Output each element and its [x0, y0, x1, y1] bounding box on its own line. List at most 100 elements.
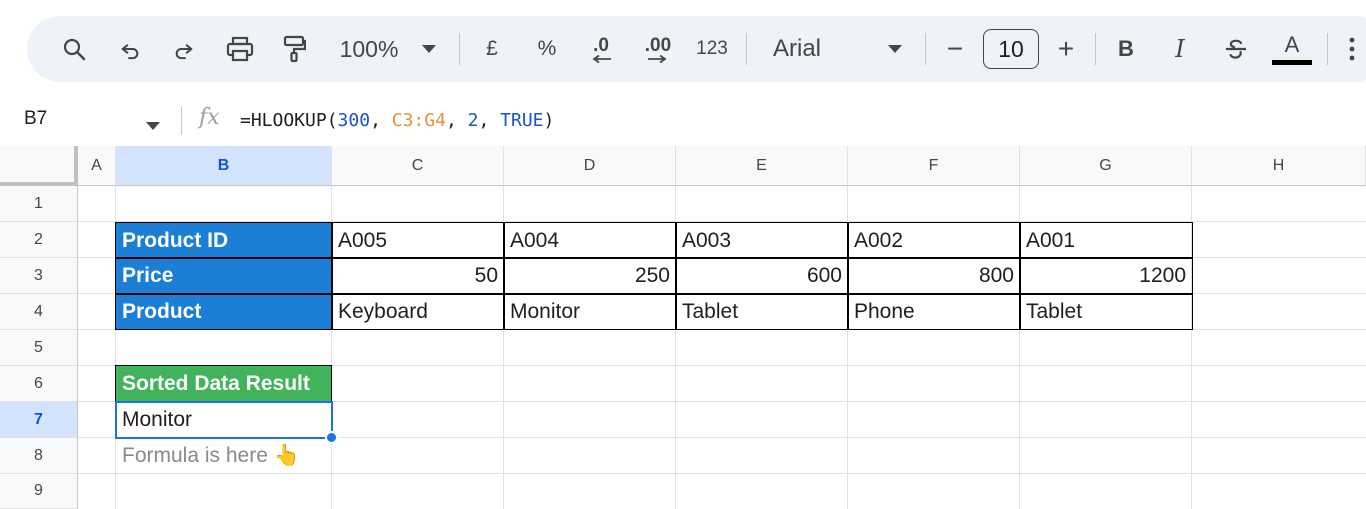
strikethrough-icon[interactable]: [1221, 16, 1251, 82]
cell-f2[interactable]: A002: [848, 223, 1020, 258]
italic-button[interactable]: I: [1167, 16, 1193, 82]
table-border: [675, 222, 677, 330]
formula-arg-lookup: 300: [337, 110, 371, 131]
more-icon[interactable]: [1345, 16, 1359, 82]
cell-c3[interactable]: 50: [332, 258, 504, 294]
cell-g4[interactable]: Tablet: [1020, 294, 1192, 330]
toolbar: 100% £ % .0 .00 123 Arial − 10 + B I A: [27, 16, 1366, 82]
row-header-4[interactable]: 4: [0, 294, 78, 330]
formula-arg-index: 2: [467, 110, 479, 131]
spreadsheet-grid: A B C D E F G H 1 2 3 4 5 6 7 8 9 Produc…: [0, 146, 1366, 509]
formula-bar-divider: [181, 107, 182, 135]
table-border: [115, 257, 1193, 259]
row-header-9[interactable]: 9: [0, 474, 78, 509]
font-size-field-wrap: 10: [982, 16, 1040, 82]
formula-input[interactable]: =HLOOKUP(300, C3:G4, 2, TRUE): [240, 110, 554, 131]
cell-c2[interactable]: A005: [332, 223, 504, 258]
cell-e3[interactable]: 600: [676, 258, 848, 294]
table-border: [331, 222, 333, 330]
column-header-b[interactable]: B: [116, 146, 332, 186]
cell-d2[interactable]: A004: [504, 223, 676, 258]
table-border: [503, 222, 505, 330]
column-header-f[interactable]: F: [848, 146, 1020, 186]
print-icon[interactable]: [223, 16, 257, 82]
cell-g3[interactable]: 1200: [1020, 258, 1192, 294]
cell-b3[interactable]: Price: [116, 258, 332, 294]
bold-button[interactable]: B: [1113, 16, 1139, 82]
cell-d4[interactable]: Monitor: [504, 294, 676, 330]
font-size-input[interactable]: 10: [983, 29, 1039, 69]
cell-b2[interactable]: Product ID: [116, 223, 332, 258]
select-all-corner[interactable]: [0, 146, 78, 186]
font-dropdown-icon[interactable]: [885, 16, 905, 82]
row-header-6[interactable]: 6: [0, 366, 78, 402]
toolbar-divider: [925, 33, 926, 65]
number-format-button[interactable]: 123: [692, 16, 732, 82]
cell-b7[interactable]: Monitor: [116, 402, 332, 438]
table-border: [115, 293, 1193, 295]
redo-icon[interactable]: [169, 16, 199, 82]
column-header-d[interactable]: D: [504, 146, 676, 186]
decrease-font-size-button[interactable]: −: [942, 16, 968, 82]
cell-g2[interactable]: A001: [1020, 223, 1192, 258]
toolbar-divider: [746, 33, 747, 65]
toolbar-divider: [1095, 33, 1096, 65]
arrow-left-icon: [592, 54, 611, 63]
row-header-2[interactable]: 2: [0, 222, 78, 258]
row-header-7[interactable]: 7: [0, 402, 78, 438]
cell-b6[interactable]: Sorted Data Result: [116, 366, 332, 402]
cell-e2[interactable]: A003: [676, 223, 848, 258]
font-select[interactable]: Arial: [773, 16, 833, 82]
decrease-decimal-label: .0: [593, 34, 609, 56]
name-box[interactable]: B7: [24, 108, 47, 130]
column-header-e[interactable]: E: [676, 146, 848, 186]
cell-d3[interactable]: 250: [504, 258, 676, 294]
formula-arg-sorted: TRUE: [500, 110, 544, 131]
fx-icon: fx: [199, 105, 220, 130]
formula-bar: B7 fx =HLOOKUP(300, C3:G4, 2, TRUE): [0, 98, 1366, 144]
fill-handle[interactable]: [325, 431, 338, 444]
column-header-a[interactable]: A: [78, 146, 116, 186]
row-header-5[interactable]: 5: [0, 330, 78, 366]
text-color-button[interactable]: A: [1271, 16, 1313, 82]
column-header-h[interactable]: H: [1192, 146, 1366, 186]
row-header-8[interactable]: 8: [0, 438, 78, 474]
formula-prefix: =HLOOKUP(: [240, 110, 338, 131]
undo-icon[interactable]: [115, 16, 145, 82]
name-box-dropdown-icon[interactable]: [146, 117, 160, 135]
row-header-1[interactable]: 1: [0, 186, 78, 222]
increase-decimal-label: .00: [644, 34, 672, 56]
formula-arg-range: C3:G4: [391, 110, 446, 131]
zoom-dropdown-icon[interactable]: [419, 16, 439, 82]
row-header-3[interactable]: 3: [0, 258, 78, 294]
gridline: [78, 221, 1366, 222]
column-header-c[interactable]: C: [332, 146, 504, 186]
cell-c4[interactable]: Keyboard: [332, 294, 504, 330]
search-icon[interactable]: [57, 16, 91, 82]
table-border: [847, 222, 849, 330]
arrow-right-icon: [648, 54, 667, 63]
cell-b4[interactable]: Product: [116, 294, 332, 330]
table-border: [1019, 222, 1021, 330]
zoom-select[interactable]: 100%: [333, 16, 405, 82]
column-header-g[interactable]: G: [1020, 146, 1192, 186]
toolbar-divider: [1327, 33, 1328, 65]
decrease-decimal-button[interactable]: .0: [584, 16, 618, 82]
formula-sep: ,: [370, 110, 392, 131]
result-border: [115, 401, 332, 403]
paint-format-icon[interactable]: [277, 16, 311, 82]
toolbar-divider: [459, 33, 460, 65]
cell-b8[interactable]: Formula is here 👆: [116, 438, 332, 474]
formula-sep: ,: [478, 110, 501, 131]
currency-button[interactable]: £: [480, 16, 504, 82]
cell-f4[interactable]: Phone: [848, 294, 1020, 330]
formula-suffix: ): [543, 110, 555, 131]
cell-f3[interactable]: 800: [848, 258, 1020, 294]
formula-sep: ,: [445, 110, 468, 131]
text-color-swatch: [1272, 60, 1312, 65]
cell-e4[interactable]: Tablet: [676, 294, 848, 330]
increase-decimal-button[interactable]: .00: [638, 16, 678, 82]
text-color-label: A: [1284, 32, 1300, 57]
increase-font-size-button[interactable]: +: [1051, 16, 1081, 82]
percent-button[interactable]: %: [534, 16, 560, 82]
